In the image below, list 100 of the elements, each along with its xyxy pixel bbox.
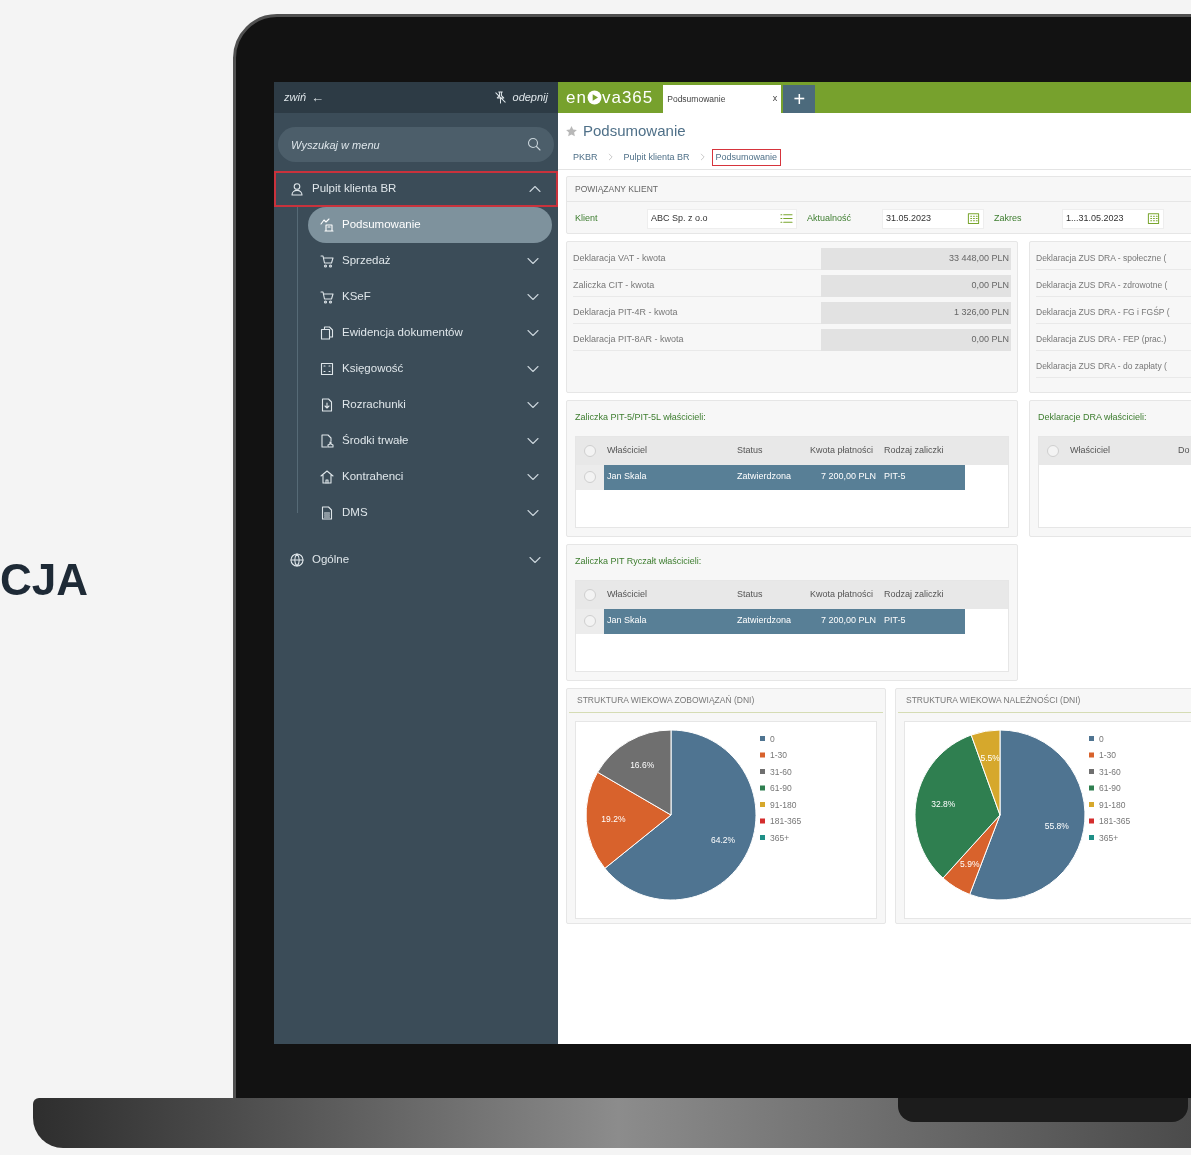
- chevron-icon: [606, 153, 615, 162]
- legend-swatch: [760, 801, 765, 807]
- legend-swatch: [1089, 752, 1094, 758]
- legend-label: 61-90: [1099, 782, 1121, 793]
- legend-label: 0: [770, 733, 775, 744]
- menu-item[interactable]: Księgowość: [308, 351, 552, 387]
- radio-button[interactable]: [584, 615, 596, 627]
- data-label: 5.9%: [960, 859, 980, 870]
- legend-label: 181-365: [1099, 815, 1131, 826]
- search-icon: [527, 137, 541, 151]
- data-label: 16.6%: [630, 759, 655, 770]
- legend-swatch: [760, 752, 765, 758]
- add-tab-button[interactable]: +: [783, 85, 816, 113]
- table-row[interactable]: Jan Skala Zatwierdzona 7 200,00 PLN PIT-5: [604, 608, 965, 634]
- radio-button[interactable]: [1047, 444, 1059, 457]
- field-label: Deklaracja ZUS DRA - społeczne (: [1036, 252, 1167, 265]
- panel-title: Deklaracje DRA właścicieli:: [1037, 411, 1148, 424]
- radio-button[interactable]: [584, 588, 596, 601]
- search-field[interactable]: Wyszukaj w menu: [278, 127, 554, 162]
- table-cell-text: Zatwierdzona: [736, 614, 793, 628]
- tab[interactable]: Podsumowanie x: [663, 85, 782, 113]
- table-row[interactable]: Jan Skala Zatwierdzona 7 200,00 PLN PIT-5: [604, 464, 965, 490]
- chart-title: STRUKTURA WIEKOWA ZOBOWIĄZAŃ (DNI): [569, 689, 883, 713]
- grid-icon: [320, 362, 334, 376]
- legend-label: 91-180: [770, 799, 797, 810]
- panel-title: POWIĄZANY KLIENT: [567, 177, 1191, 202]
- unpin-button[interactable]: odepnij: [493, 89, 548, 106]
- chart-title: STRUKTURA WIEKOWA NALEŻNOŚCI (DNI): [898, 689, 1191, 713]
- legend-label: 31-60: [1099, 766, 1121, 777]
- amount-value: 33 448,00 PLN: [821, 248, 1011, 270]
- data-label: 5.5%: [980, 752, 1000, 763]
- field-label: Aktualność: [807, 212, 853, 225]
- menu-item[interactable]: Kontrahenci: [308, 459, 552, 495]
- document-icon: [320, 398, 334, 412]
- input-field[interactable]: 1...31.05.2023: [1062, 208, 1164, 229]
- legend-swatch: [760, 768, 765, 774]
- field-label: Deklaracja PIT-4R - kwota: [573, 302, 821, 324]
- menu-group[interactable]: Ogólne: [274, 542, 558, 578]
- legend-swatch: [1089, 735, 1094, 741]
- legend-swatch: [760, 818, 765, 824]
- field-label: Deklaracja ZUS DRA - do zapłaty (: [1036, 360, 1167, 373]
- cart-icon: [320, 290, 334, 304]
- menu-item[interactable]: DMS: [308, 495, 552, 531]
- breadcrumb-link[interactable]: Podsumowanie: [711, 148, 782, 166]
- column-header: Rodzaj zaliczki: [883, 587, 945, 601]
- star-icon: [565, 124, 578, 138]
- radio-button[interactable]: [584, 444, 596, 457]
- table-cell-text: Jan Skala: [606, 614, 648, 628]
- input-field[interactable]: ABC Sp. z o.o: [647, 208, 797, 229]
- legend-swatch: [1089, 768, 1094, 774]
- breadcrumb-link[interactable]: Pulpit klienta BR: [619, 148, 694, 166]
- globe-icon: [290, 553, 304, 567]
- column-header: Kwota płatności: [809, 587, 875, 601]
- field-label: Klient: [575, 212, 599, 225]
- column-header: Właściciel: [606, 443, 648, 457]
- file-icon: [320, 506, 334, 520]
- field-label: Deklaracja ZUS DRA - zdrowotne (: [1036, 279, 1168, 292]
- field-label: Deklaracja ZUS DRA - FEP (prac.): [1036, 333, 1167, 346]
- list-icon: [780, 212, 793, 226]
- pin-icon: [493, 91, 507, 104]
- document-stamp-icon: [320, 434, 334, 448]
- table-cell-text: 7 200,00 PLN: [819, 470, 877, 484]
- field-label: Zakres: [994, 212, 1023, 225]
- data-label: 32.8%: [931, 798, 956, 809]
- enova-logo: en va365: [565, 86, 655, 109]
- menu-item[interactable]: Sprzedaż: [308, 243, 552, 279]
- menu-item[interactable]: Ewidencja dokumentów: [308, 315, 552, 351]
- column-header: Właściciel: [606, 587, 648, 601]
- menu-group[interactable]: Pulpit klienta BR: [274, 171, 558, 207]
- column-header: Status: [736, 587, 764, 601]
- close-button[interactable]: x: [772, 92, 778, 106]
- collapse-button[interactable]: zwiń ←: [284, 87, 324, 108]
- column-header: Status: [736, 443, 764, 457]
- menu-item[interactable]: Rozrachunki: [308, 387, 552, 423]
- input-field[interactable]: 31.05.2023: [882, 208, 984, 229]
- column-header: Rodzaj zaliczki: [883, 443, 945, 457]
- column-header: Właściciel: [1069, 443, 1111, 457]
- menu-item[interactable]: KSeF: [308, 279, 552, 315]
- chevron-icon: [698, 153, 707, 162]
- radio-button[interactable]: [584, 471, 596, 483]
- legend-swatch: [1089, 834, 1094, 840]
- legend-swatch: [1089, 801, 1094, 807]
- legend-label: 61-90: [770, 782, 792, 793]
- legend-label: 31-60: [770, 766, 792, 777]
- legend-swatch: [1089, 785, 1094, 791]
- table-cell-text: 7 200,00 PLN: [819, 614, 877, 628]
- heading-text: CJA: [0, 558, 89, 602]
- house-icon: [320, 470, 334, 484]
- menu-item[interactable]: Środki trwałe: [308, 423, 552, 459]
- data-label: 19.2%: [601, 814, 626, 825]
- chart-icon: [320, 218, 334, 232]
- amount-value: 0,00 PLN: [821, 275, 1011, 297]
- column-header: Do: [1177, 443, 1191, 457]
- user-icon: [290, 182, 304, 196]
- field-label: Deklaracja PIT-8AR - kwota: [573, 329, 821, 351]
- table-cell-text: PIT-5: [883, 470, 907, 484]
- field-label: Deklaracja VAT - kwota: [573, 248, 821, 270]
- legend-swatch: [760, 834, 765, 840]
- panel-title: Zaliczka PIT-5/PIT-5L właścicieli:: [574, 411, 707, 424]
- breadcrumb-link[interactable]: PKBR: [569, 148, 602, 166]
